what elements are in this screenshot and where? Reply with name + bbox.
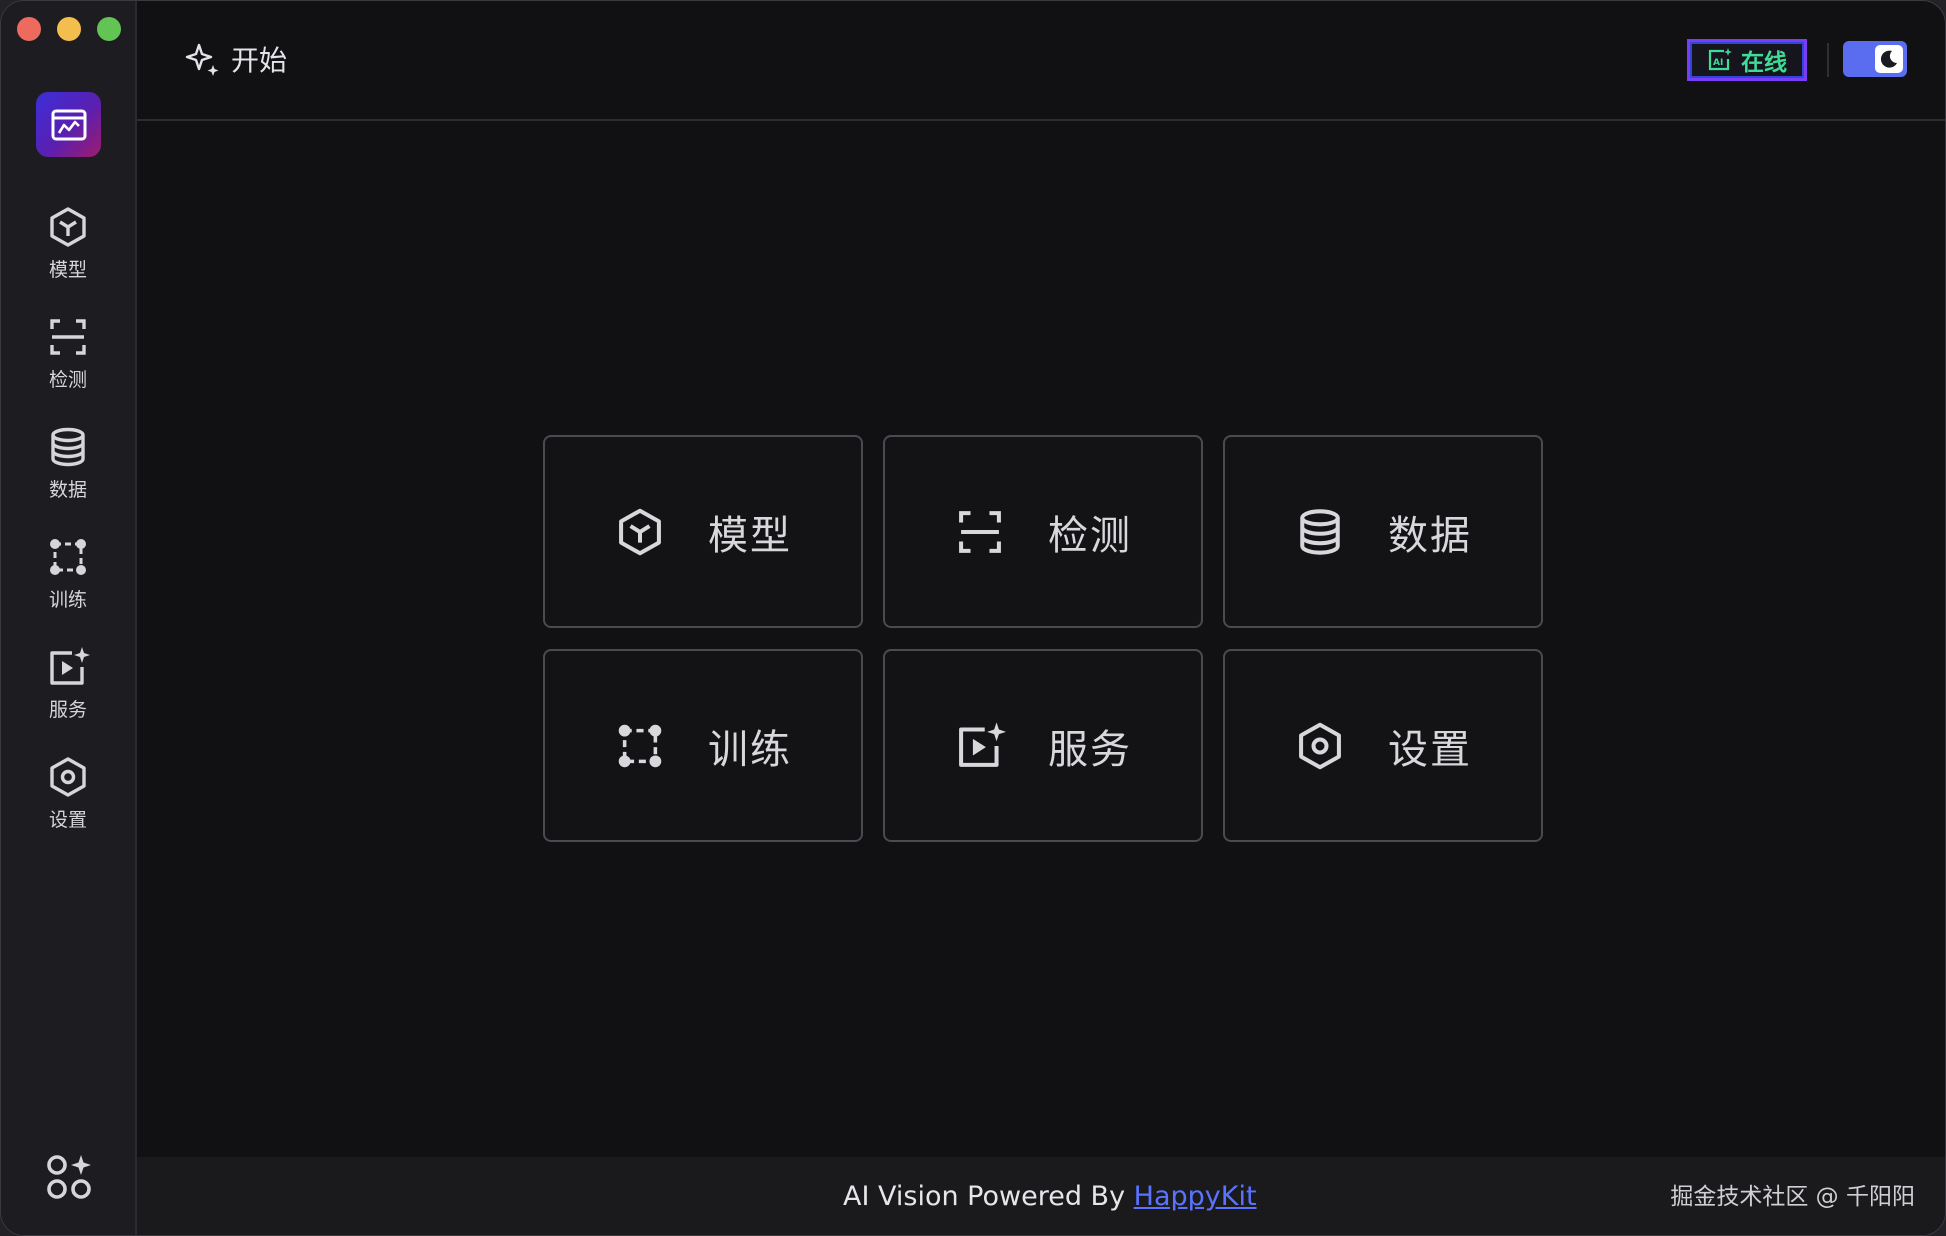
window-controls — [17, 17, 121, 41]
footer: AI Vision Powered By HappyKit 掘金技术社区 @ 千… — [137, 1157, 1945, 1235]
card-data[interactable]: 数据 — [1223, 435, 1543, 628]
card-detect[interactable]: 检测 — [883, 435, 1203, 628]
happykit-link[interactable]: HappyKit — [1134, 1181, 1257, 1212]
card-train[interactable]: 训练 — [543, 649, 863, 842]
sidebar-item-train[interactable]: 训练 — [1, 531, 135, 641]
vector-nodes-icon — [618, 724, 662, 767]
sidebar-item-label: 训练 — [48, 589, 87, 611]
page-title-text: 开始 — [231, 44, 288, 77]
video-spark-icon — [959, 721, 1006, 767]
online-button[interactable]: AI 在线 — [1687, 39, 1807, 81]
page-title: 开始 — [185, 39, 287, 79]
apps-icon[interactable] — [45, 1153, 93, 1201]
cube-icon — [50, 207, 86, 247]
sidebar-nav: 模型 检测 数据 训练 服务 设置 — [1, 201, 135, 861]
card-label: 检测 — [1048, 512, 1132, 559]
card-service[interactable]: 服务 — [883, 649, 1203, 842]
top-header: 开始 AI 在线 — [137, 1, 1945, 121]
video-spark-icon — [50, 647, 90, 685]
moon-icon — [1880, 50, 1897, 68]
sidebar-item-label: 检测 — [48, 369, 87, 391]
feature-grid: 模型 检测 数据 训练 服务 设置 — [543, 435, 1543, 842]
app-logo[interactable] — [36, 92, 101, 157]
online-button-label: 在线 — [1741, 50, 1787, 76]
logo-icon — [51, 109, 86, 140]
card-settings[interactable]: 设置 — [1223, 649, 1543, 842]
scan-icon — [959, 510, 1001, 553]
sidebar-item-detect[interactable]: 检测 — [1, 311, 135, 421]
sidebar-item-label: 数据 — [48, 479, 87, 501]
database-icon — [51, 427, 85, 467]
close-window-button[interactable] — [17, 17, 41, 41]
hexagon-settings-icon — [50, 757, 86, 797]
card-model[interactable]: 模型 — [543, 435, 863, 628]
sparkle-icon — [185, 43, 219, 76]
card-label: 数据 — [1388, 512, 1472, 559]
powered-by-prefix: AI Vision Powered By — [843, 1181, 1134, 1212]
sidebar-item-label: 服务 — [48, 699, 87, 721]
card-label: 设置 — [1388, 726, 1472, 773]
theme-toggle-knob — [1875, 45, 1903, 73]
sidebar-item-service[interactable]: 服务 — [1, 641, 135, 751]
sidebar-item-data[interactable]: 数据 — [1, 421, 135, 531]
minimize-window-button[interactable] — [57, 17, 81, 41]
cube-icon — [619, 508, 661, 555]
card-label: 服务 — [1048, 726, 1132, 773]
app-window: 模型 检测 数据 训练 服务 设置 开始 AI 在线 模型 检测 数据 训练 服… — [0, 0, 1946, 1236]
svg-text:AI: AI — [1713, 58, 1723, 68]
hexagon-settings-icon — [1299, 722, 1341, 769]
card-label: 模型 — [708, 512, 792, 559]
card-label: 训练 — [708, 726, 792, 773]
sidebar-item-settings[interactable]: 设置 — [1, 751, 135, 861]
sidebar-item-model[interactable]: 模型 — [1, 201, 135, 311]
powered-by-text: AI Vision Powered By HappyKit — [843, 1181, 1257, 1212]
scan-icon — [50, 319, 86, 355]
vector-nodes-icon — [50, 539, 86, 575]
sidebar: 模型 检测 数据 训练 服务 设置 — [1, 1, 137, 1235]
sidebar-item-label: 设置 — [48, 809, 87, 831]
ai-image-icon: AI — [1708, 48, 1732, 71]
header-divider — [1827, 43, 1829, 77]
database-icon — [1300, 508, 1340, 555]
sidebar-item-label: 模型 — [48, 259, 87, 281]
theme-toggle[interactable] — [1843, 41, 1907, 77]
zoom-window-button[interactable] — [97, 17, 121, 41]
credit-text: 掘金技术社区 @ 千阳阳 — [1670, 1184, 1915, 1210]
